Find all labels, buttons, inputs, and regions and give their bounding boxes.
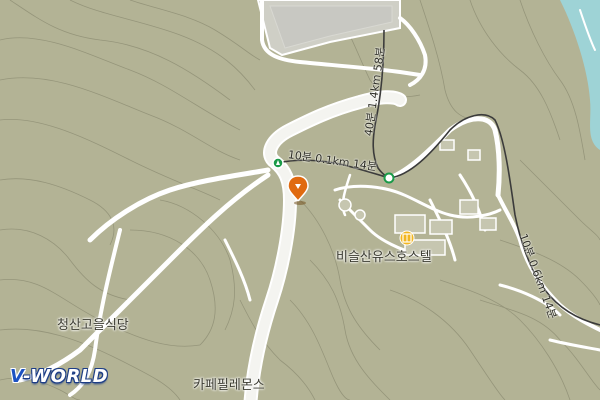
trail-node-marker-icon[interactable] [383,172,395,184]
hotel-label[interactable]: 비슬산유스호스텔 [336,246,432,265]
vworld-logo: V-WORLD [10,366,109,387]
hotel-icon[interactable] [399,230,415,246]
cafe-label[interactable]: 카페필레몬스 [193,374,265,393]
trail-start-marker-icon[interactable] [272,157,284,169]
map-canvas[interactable] [0,0,600,400]
restaurant-label[interactable]: 청산고을식당 [57,314,129,333]
map-view[interactable]: 비슬산유스호스텔 청산고을식당 카페필레몬스 40분 1.4km 58분 10분… [0,0,600,400]
